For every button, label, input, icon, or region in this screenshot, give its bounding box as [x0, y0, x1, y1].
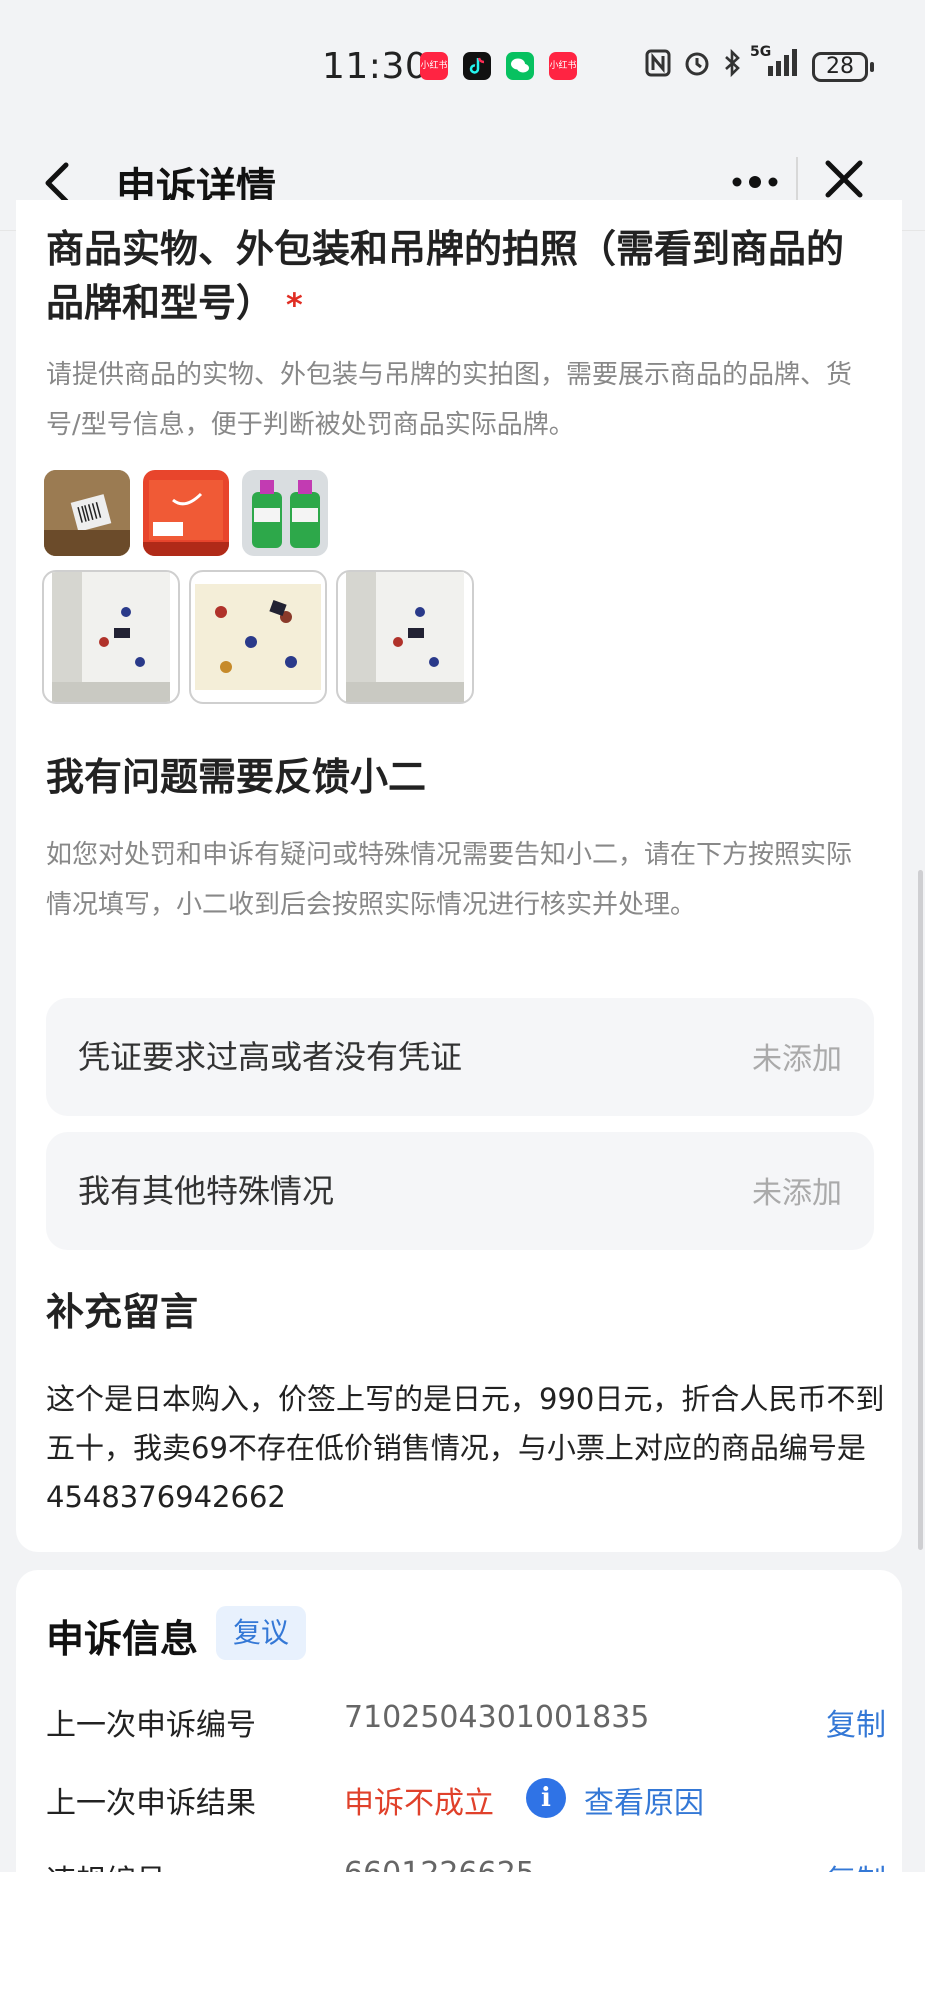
review-badge: 复议 [216, 1606, 306, 1660]
evidence-photo-box[interactable] [143, 470, 229, 556]
appeal-number-value: 7102504301001835 [344, 1700, 650, 1735]
status-time: 11:30 [322, 46, 429, 87]
info-row-appeal-number: 上一次申诉编号 7102504301001835 复制 [46, 1700, 886, 1750]
appeal-result-status: 申诉不成立 [344, 1786, 494, 1821]
app-screen: 11:30 小红书 小红书 5G 28 申诉详情 商品实物、外包装和吊牌的拍照（… [0, 0, 925, 1872]
tiktok-icon [463, 52, 491, 80]
info-key: 上一次申诉编号 [46, 1708, 256, 1743]
feedback-description: 如您对处罚和申诉有疑问或特殊情况需要告知小二，请在下方按照实际情况填写，小二收到… [46, 840, 853, 920]
violation-number-value: 6601226625 [344, 1856, 535, 1872]
view-reason-link[interactable]: 查看原因 [584, 1778, 704, 1822]
copy-violation-number-button[interactable]: 复制 [826, 1856, 886, 1872]
xiaohongshu-icon: 小红书 [549, 52, 577, 80]
option-status: 未添加 [752, 1042, 842, 1077]
5g-signal-icon: 5G [750, 44, 802, 85]
info-row-appeal-result: 上一次申诉结果 申诉不成立 i 查看原因 [46, 1778, 886, 1828]
appeal-info-card: 申诉信息 复议 上一次申诉编号 7102504301001835 复制 上一次申… [16, 1570, 902, 1872]
scrollbar[interactable] [918, 870, 923, 1550]
required-mark: * [286, 286, 303, 324]
evidence-title-text: 商品实物、外包装和吊牌的拍照（需看到商品的品牌和型号） [46, 227, 845, 325]
option-status: 未添加 [752, 1176, 842, 1211]
evidence-photo-tag[interactable] [44, 470, 130, 556]
battery-indicator: 28 [812, 52, 874, 82]
copy-appeal-number-button[interactable]: 复制 [826, 1700, 886, 1744]
appeal-info-title: 申诉信息 [46, 1617, 199, 1661]
alarm-icon [682, 48, 712, 85]
remark-section-title: 补充留言 [46, 1290, 199, 1334]
bluetooth-icon [722, 48, 742, 85]
remark-text: 这个是日本购入，价签上写的是日元，990日元，折合人民币不到五十，我卖69不存在… [46, 1382, 885, 1514]
appeal-detail-card: 商品实物、外包装和吊牌的拍照（需看到商品的品牌和型号） * 请提供商品的实物、外包… [16, 200, 902, 1552]
wechat-icon [506, 52, 534, 80]
evidence-photo-shirt-1[interactable] [42, 570, 180, 704]
info-key: 违规编号 [46, 1856, 166, 1872]
info-icon[interactable]: i [526, 1778, 566, 1818]
nav-divider [796, 157, 798, 203]
evidence-photo-bottles[interactable] [242, 470, 328, 556]
feedback-option-special-case[interactable]: 我有其他特殊情况 未添加 [46, 1132, 874, 1250]
evidence-description: 请提供商品的实物、外包装与吊牌的实拍图，需要展示商品的品牌、货号/型号信息，便于… [46, 360, 853, 440]
option-label: 我有其他特殊情况 [78, 1172, 335, 1210]
info-key: 上一次申诉结果 [46, 1786, 256, 1821]
feedback-section-title: 我有问题需要反馈小二 [46, 755, 427, 799]
evidence-section-title: 商品实物、外包装和吊牌的拍照（需看到商品的品牌和型号） * [46, 222, 866, 332]
feedback-option-no-evidence[interactable]: 凭证要求过高或者没有凭证 未添加 [46, 998, 874, 1116]
nfc-icon [645, 48, 671, 85]
network-label: 5G [750, 44, 772, 60]
option-label: 凭证要求过高或者没有凭证 [78, 1038, 463, 1076]
evidence-photo-shirt-2[interactable] [189, 570, 327, 704]
evidence-photo-shirt-3[interactable] [336, 570, 474, 704]
info-row-violation-number: 违规编号 6601226625 复制 [46, 1856, 886, 1872]
status-bar: 11:30 小红书 小红书 5G 28 [0, 0, 925, 135]
xiaohongshu-icon: 小红书 [420, 52, 448, 80]
